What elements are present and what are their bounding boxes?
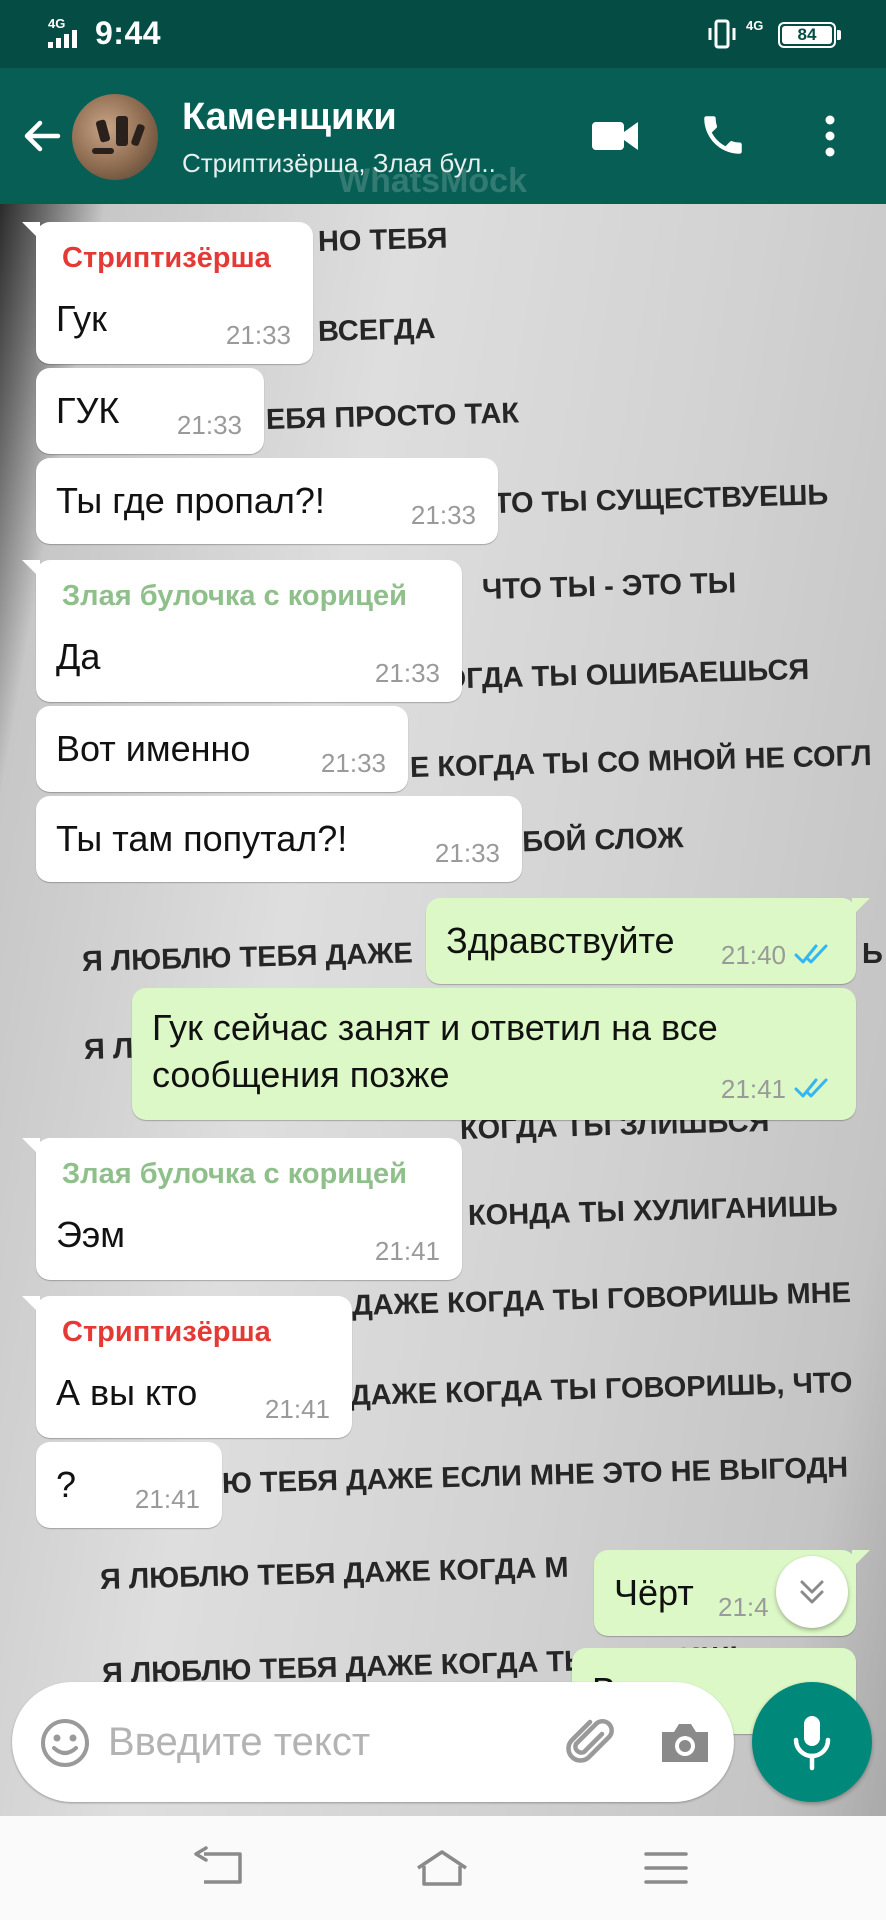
message-time: 21:40 xyxy=(720,940,786,970)
message-text: Ты там попутал?! xyxy=(56,818,348,859)
message-time: 21:4 xyxy=(718,1592,769,1622)
signal-icon xyxy=(48,30,77,48)
message-text: Гук сейчас занят и ответил на все сообще… xyxy=(152,1007,718,1095)
message-sender: Злая булочка с корицей xyxy=(62,1158,407,1190)
message-time: 21:33 xyxy=(434,838,500,868)
message-composer: Введите текст xyxy=(12,1682,734,1802)
chat-header: Каменщики Стриптизёрша, Злая бул.. Whats… xyxy=(0,68,886,204)
message-time: 21:33 xyxy=(410,500,476,530)
read-receipt-icon xyxy=(794,944,828,964)
message-time: 21:41 xyxy=(134,1484,200,1514)
message-bubble-incoming[interactable]: Стриптизёрша А вы кто 21:41 xyxy=(22,1296,352,1438)
emoji-icon[interactable] xyxy=(40,1718,90,1768)
wallpaper-text: ТО ТЫ СУЩЕСТВУЕШЬ xyxy=(493,479,829,520)
message-time: 21:33 xyxy=(320,748,386,778)
message-bubble-incoming[interactable]: Ты там попутал?! 21:33 xyxy=(36,796,522,882)
arrow-left-icon[interactable] xyxy=(18,112,66,160)
message-time: 21:33 xyxy=(374,658,440,688)
message-text: Ээм xyxy=(56,1214,125,1255)
message-sender: Стриптизёрша xyxy=(62,242,271,274)
double-chevron-down-icon xyxy=(800,1580,824,1604)
wallpaper-text: ДАЖЕ КОГДА ТЫ ГОВОРИШЬ, ЧТО xyxy=(349,1366,853,1412)
nav-back-icon[interactable] xyxy=(192,1846,252,1890)
microphone-icon xyxy=(793,1716,831,1771)
nav-recents-icon[interactable] xyxy=(636,1846,696,1890)
wallpaper-text: ВСЕГДА xyxy=(317,312,436,348)
wallpaper-text: КОНДА ТЫ ХУЛИГАНИШЬ xyxy=(467,1190,839,1232)
message-time: 21:41 xyxy=(374,1236,440,1266)
network-type-label: 4G xyxy=(48,16,66,31)
camera-icon[interactable] xyxy=(658,1720,712,1766)
wallpaper-text: Я ЛЮБЛЮ ТЕБЯ ДАЖЕ КОГДА М xyxy=(99,1551,569,1596)
message-bubble-incoming[interactable]: Стриптизёрша Гук 21:33 xyxy=(22,222,313,364)
message-bubble-incoming[interactable]: ? 21:41 xyxy=(36,1442,222,1528)
nav-home-icon[interactable] xyxy=(412,1846,472,1890)
message-bubble-incoming[interactable]: Злая булочка с корицей Ээм 21:41 xyxy=(22,1138,462,1280)
wallpaper-text: Ю ТЕБЯ ДАЖЕ ЕСЛИ МНЕ ЭТО НЕ ВЫГОДН xyxy=(221,1451,849,1500)
wallpaper-text: ЕБЯ ПРОСТО ТАК xyxy=(265,397,520,436)
message-text: Чёрт xyxy=(614,1572,694,1613)
battery-level: 84 xyxy=(782,26,832,44)
message-bubble-incoming[interactable]: Вот именно 21:33 xyxy=(36,706,408,792)
message-time: 21:33 xyxy=(176,410,242,440)
video-camera-icon[interactable] xyxy=(590,116,640,156)
read-receipt-icon xyxy=(794,1078,828,1098)
message-text: А вы кто xyxy=(56,1372,198,1413)
message-text: ? xyxy=(56,1464,77,1505)
wallpaper-text: КОГДА ТЫ ОШИБАЕШЬСЯ xyxy=(425,653,810,696)
watermark: WhatsMock xyxy=(338,162,527,200)
phone-icon[interactable] xyxy=(698,110,748,160)
message-bubble-incoming[interactable]: Ты где пропал?! 21:33 xyxy=(36,458,498,544)
message-time: 21:33 xyxy=(225,320,291,350)
wallpaper-text: Я Л xyxy=(83,1032,134,1066)
vibrate-icon xyxy=(708,19,736,49)
wallpaper-text: ДАЖЕ КОГДА ТЫ ГОВОРИШЬ МНЕ xyxy=(351,1276,852,1322)
message-text: Да xyxy=(56,636,101,677)
message-time: 21:41 xyxy=(264,1394,330,1424)
battery-icon: 84 xyxy=(778,22,841,48)
network-type-label-right: 4G xyxy=(746,18,764,33)
system-navigation-bar xyxy=(0,1816,886,1920)
message-text: Здравствуйте xyxy=(446,920,675,961)
message-bubble-outgoing[interactable]: Гук сейчас занят и ответил на все сообще… xyxy=(132,988,856,1120)
wallpaper-text: Я ЛЮБЛЮ ТЕБЯ ДАЖЕ xyxy=(81,937,414,978)
status-bar: 4G 9:44 4G 84 xyxy=(0,0,886,68)
message-bubble-incoming[interactable]: Злая булочка с корицей Да 21:33 xyxy=(22,560,462,702)
more-vertical-icon[interactable] xyxy=(820,112,840,160)
message-time: 21:41 xyxy=(720,1074,786,1104)
message-bubble-outgoing[interactable]: Здравствуйте 21:40 xyxy=(426,898,870,984)
clock: 9:44 xyxy=(95,15,162,51)
chat-area[interactable]: НО ТЕБЯ ВСЕГДА ЕБЯ ПРОСТО ТАК ТО ТЫ СУЩЕ… xyxy=(0,204,886,1816)
message-input[interactable]: Введите текст xyxy=(108,1720,370,1765)
message-text: ГУК xyxy=(56,390,120,431)
message-text: Гук xyxy=(56,298,107,339)
group-avatar[interactable] xyxy=(72,94,158,180)
wallpaper-text: ЧТО ТЫ - ЭТО ТЫ xyxy=(481,567,737,606)
paperclip-icon[interactable] xyxy=(560,1712,620,1772)
wallpaper-text: Ь xyxy=(862,938,883,970)
message-text: Ты где пропал?! xyxy=(56,480,325,521)
message-sender: Стриптизёрша xyxy=(62,1316,271,1348)
wallpaper-text: Е КОГДА ТЫ СО МНОЙ НЕ СОГЛ xyxy=(409,739,873,784)
message-text: Вот именно xyxy=(56,728,251,769)
wallpaper-text: НО ТЕБЯ xyxy=(317,222,448,258)
voice-message-button[interactable] xyxy=(752,1682,872,1802)
chat-title[interactable]: Каменщики xyxy=(182,96,397,139)
scroll-to-bottom-button[interactable] xyxy=(776,1556,848,1628)
message-sender: Злая булочка с корицей xyxy=(62,580,407,612)
message-bubble-incoming[interactable]: ГУК 21:33 xyxy=(36,368,264,454)
